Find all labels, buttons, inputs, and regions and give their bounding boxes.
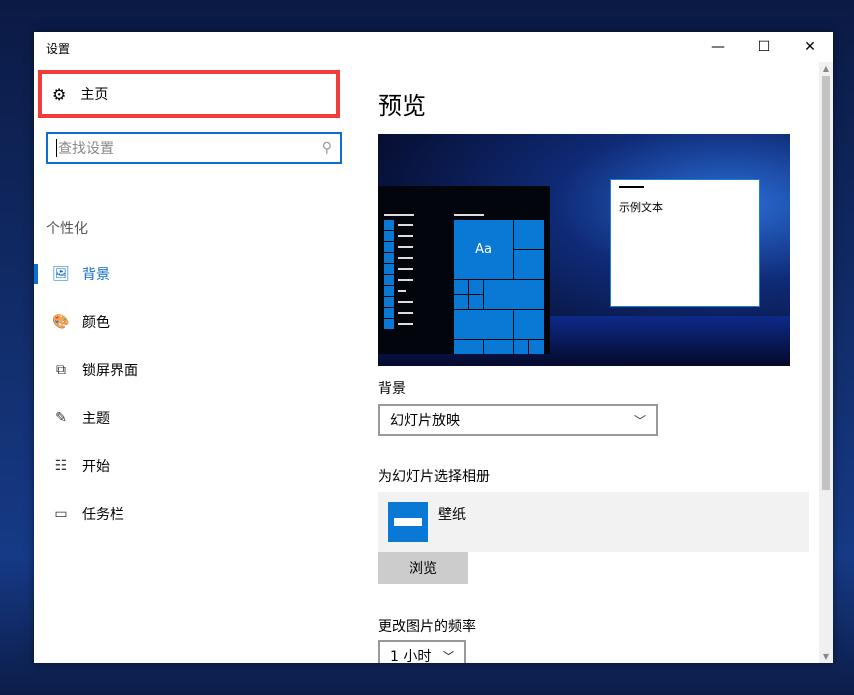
taskbar-icon: ▭ — [54, 506, 68, 522]
preview-tile — [484, 280, 544, 309]
preview-list-tile — [384, 253, 394, 263]
preview-list-tile — [384, 264, 394, 274]
preview-bar — [384, 214, 414, 216]
home-button[interactable]: ⚙ 主页 — [38, 70, 340, 118]
dropdown-value: 幻灯片放映 — [390, 413, 460, 429]
sidebar-item-label: 锁屏界面 — [82, 363, 138, 379]
preview-bar — [398, 257, 413, 259]
text-cursor — [56, 139, 57, 157]
scrollbar-thumb[interactable] — [822, 76, 830, 490]
frequency-dropdown[interactable]: 1 小时 ﹀ — [378, 640, 466, 663]
preview-list-tile — [384, 275, 394, 285]
chevron-down-icon: ﹀ — [443, 650, 454, 663]
sidebar-item-lock-screen[interactable]: ⧉ 锁屏界面 — [34, 350, 344, 390]
preview-tile — [454, 340, 483, 354]
search-input[interactable]: 查找设置 ⚲ — [46, 132, 342, 164]
minimize-button[interactable]: — — [695, 32, 741, 62]
search-icon[interactable]: ⚲ — [322, 140, 332, 156]
preview-list-tile — [384, 242, 394, 252]
preview-tile — [514, 250, 544, 279]
preview-bar — [398, 301, 413, 303]
preview-list-tile — [384, 286, 394, 296]
album-name: 壁纸 — [438, 507, 466, 523]
preview-tile — [529, 340, 544, 354]
background-dropdown[interactable]: 幻灯片放映 ﹀ — [378, 404, 658, 436]
section-heading: 个性化 — [46, 221, 88, 237]
dropdown-value: 1 小时 — [390, 649, 432, 663]
sidebar-item-start[interactable]: ☷ 开始 — [34, 446, 344, 486]
sidebar-item-themes[interactable]: ✎ 主题 — [34, 398, 344, 438]
close-button[interactable]: ✕ — [787, 32, 833, 62]
preview-bar — [398, 224, 413, 226]
preview-tile — [514, 310, 544, 339]
preview-tile: Aa — [454, 220, 513, 279]
sidebar-item-label: 主题 — [82, 411, 110, 427]
scrollbar[interactable]: ▲ ▼ — [819, 62, 833, 663]
start-icon: ☷ — [54, 458, 68, 474]
frequency-label: 更改图片的频率 — [378, 619, 476, 635]
page-title: 预览 — [378, 92, 426, 120]
sidebar-item-background[interactable]: 🖼 背景 — [34, 254, 344, 294]
preview-list-tile — [384, 308, 394, 318]
picture-icon: 🖼 — [52, 266, 70, 282]
album-item[interactable]: 壁纸 — [378, 492, 809, 552]
sidebar-item-label: 颜色 — [82, 315, 110, 331]
preview-bar — [398, 323, 413, 325]
sidebar-item-colors[interactable]: 🎨 颜色 — [34, 302, 344, 342]
preview-bar — [398, 246, 413, 248]
sidebar-item-label: 背景 — [82, 267, 110, 283]
sample-text: 示例文本 — [619, 201, 663, 214]
preview-bar — [454, 214, 484, 216]
settings-window: 设置 — ☐ ✕ ⚙ 主页 查找设置 ⚲ 个性化 🖼 背景 🎨 颜色 ⧉ 锁屏界面 ✎… — [34, 32, 833, 663]
chevron-down-icon: ﹀ — [633, 413, 646, 428]
preview-bar — [398, 235, 413, 237]
preview-start-menu: Aa — [378, 186, 550, 354]
sidebar: ⚙ 主页 查找设置 ⚲ 个性化 🖼 背景 🎨 颜色 ⧉ 锁屏界面 ✎ 主题 ☷ 开始 ▭ 任… — [34, 62, 354, 663]
search-placeholder: 查找设置 — [58, 141, 114, 157]
preview-list-tile — [384, 231, 394, 241]
preview-tile — [454, 295, 468, 309]
maximize-button[interactable]: ☐ — [741, 32, 787, 62]
lock-screen-icon: ⧉ — [56, 362, 66, 378]
gear-icon: ⚙ — [52, 84, 67, 104]
preview-list-tile — [384, 297, 394, 307]
folder-icon — [388, 502, 428, 542]
background-preview: Aa 示例文本 — [378, 134, 790, 366]
preview-bar — [398, 279, 413, 281]
preview-tile — [514, 220, 544, 249]
preview-tile — [484, 340, 513, 354]
preview-sample-window: 示例文本 — [610, 179, 760, 307]
background-label: 背景 — [378, 381, 406, 397]
main-content: 预览 Aa 示例文本 背景 幻灯片放映 ﹀ 为幻灯片选择相册 壁纸 浏览 更改图片… — [378, 62, 819, 663]
home-label: 主页 — [80, 87, 109, 103]
preview-bar — [398, 312, 413, 314]
window-title: 设置 — [46, 42, 71, 56]
sidebar-item-label: 开始 — [82, 459, 110, 475]
preview-bar — [398, 268, 413, 270]
preview-tile — [514, 340, 528, 354]
preview-tile — [454, 280, 468, 294]
album-label: 为幻灯片选择相册 — [378, 469, 490, 485]
preview-list-tile — [384, 220, 394, 230]
palette-icon: 🎨 — [52, 314, 70, 330]
preview-bar — [398, 290, 406, 292]
theme-icon: ✎ — [55, 410, 67, 426]
preview-tile — [454, 310, 513, 339]
browse-button[interactable]: 浏览 — [378, 552, 468, 584]
preview-tile — [469, 280, 483, 294]
sidebar-item-label: 任务栏 — [82, 507, 124, 523]
preview-list-tile — [384, 319, 394, 329]
preview-tile — [469, 295, 483, 309]
sidebar-item-taskbar[interactable]: ▭ 任务栏 — [34, 494, 344, 534]
